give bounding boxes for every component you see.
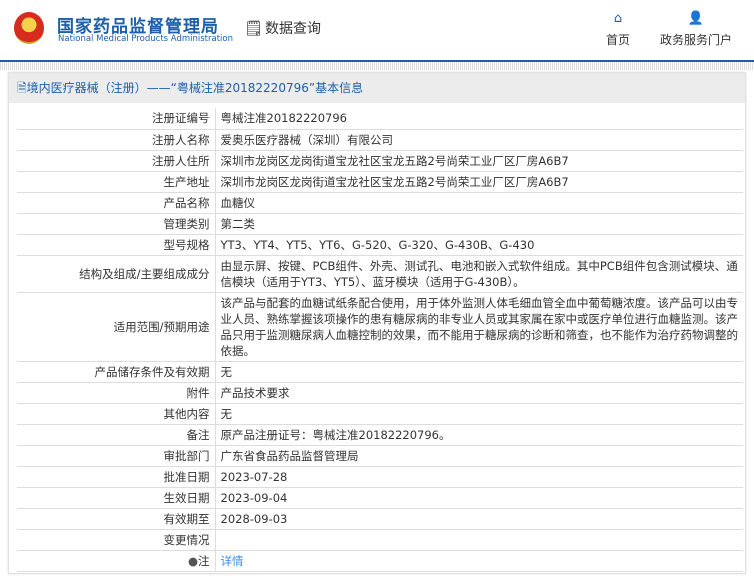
divider [0,62,754,70]
table-row: 审批部门 广东省食品药品监督管理局 [17,445,743,467]
table-row: 其他内容无 [17,403,743,425]
row-value: 2023-07-28 [215,466,743,488]
row-label: 附件 [17,382,216,404]
row-value: 爱奥乐医疗器械（深圳）有限公司 [215,129,743,151]
row-value: 无 [215,361,743,383]
row-value: 该产品与配套的血糖试纸条配合使用，用于体外监测人体毛细血管全血中葡萄糖浓度。该产… [215,292,743,362]
table-row: 有效期至 2028-09-03 [17,508,743,530]
info-panel: 🗎境内医疗器械（注册）——“粤械注准20182220796”基本信息 注册证编号… [8,72,746,574]
table-row: 注册人住所 深圳市龙岗区龙岗街道宝龙社区宝龙五路2号尚荣工业厂区厂房A6B7 [17,150,743,172]
pin-icon: ● [187,553,198,568]
row-value: 血糖仪 [215,192,743,214]
row-label: 注册证编号 [17,108,216,130]
details-link[interactable]: 详情 [221,554,244,568]
nav-home-label: 首页 [606,33,631,47]
table-row: 变更情况 [17,529,743,551]
table-row: 生产地址 深圳市龙岗区龙岗街道宝龙社区宝龙五路2号尚荣工业厂区厂房A6B7 [17,171,743,193]
row-label: 备注 [17,424,216,446]
row-label: ●注 [17,550,216,572]
panel-title: 境内医疗器械（注册）——“粤械注准20182220796”基本信息 [26,81,364,95]
table-row: 型号规格 YT3、YT4、YT5、YT6、G-520、G-320、G-430B、G… [17,234,743,256]
row-value: 无 [215,403,743,425]
row-value: 深圳市龙岗区龙岗街道宝龙社区宝龙五路2号尚荣工业厂区厂房A6B7 [215,171,743,193]
row-value: 2023-09-04 [215,487,743,509]
row-label: 其他内容 [17,403,216,425]
row-label: 适用范围/预期用途 [17,292,216,362]
row-label: 结构及组成/主要组成成分 [17,255,216,293]
document-icon: 🗎 [17,81,27,95]
row-label: 管理类别 [17,213,216,235]
nav-home[interactable]: ⌂ 首页 [606,12,630,48]
row-value [215,529,743,551]
user-icon: 👤 [687,11,705,26]
row-value: 详情 [215,550,743,572]
row-value: 粤械注准20182220796 [215,108,743,130]
home-icon: ⌂ [613,11,623,26]
table-row: 结构及组成/主要组成成分 由显示屏、按键、PCB组件、外壳、测试孔、电池和嵌入式软… [17,255,743,293]
table-row: 备注 原产品注册证号：粤械注准20182220796。 [17,424,743,446]
nav-gov-portal-label: 政务服务门户 [660,33,733,47]
row-label: 产品名称 [17,192,216,214]
row-label: 批准日期 [17,466,216,488]
note-label: 注 [198,553,210,568]
row-label: 有效期至 [17,508,216,530]
row-label: 变更情况 [17,529,216,551]
table-row: 生效日期 2023-09-04 [17,487,743,509]
table-row: 管理类别 第二类 [17,213,743,235]
row-label: 产品储存条件及有效期 [17,361,216,383]
row-value: 产品技术要求 [215,382,743,404]
panel-header: 🗎境内医疗器械（注册）——“粤械注准20182220796”基本信息 [9,73,745,103]
row-value: 由显示屏、按键、PCB组件、外壳、测试孔、电池和嵌入式软件组成。其中PCB组件包… [215,255,743,293]
table-row: 适用范围/预期用途 该产品与配套的血糖试纸条配合使用，用于体外监测人体毛细血管全血… [17,292,743,362]
table-row: 附件 产品技术要求 [17,382,743,404]
table-row: 批准日期 2023-07-28 [17,466,743,488]
row-value: 2028-09-03 [215,508,743,530]
table-row: 产品名称 血糖仪 [17,192,743,214]
row-value: 广东省食品药品监督管理局 [215,445,743,467]
site-header: 国家药品监督管理局 National Medical Products Admi… [0,0,754,62]
table-row: 注册人名称 爱奥乐医疗器械（深圳）有限公司 [17,129,743,151]
nav-gov-portal[interactable]: 👤 政务服务门户 [660,12,732,48]
table-row-note: ●注 详情 [17,550,743,572]
national-emblem-logo [14,12,44,44]
data-query-link[interactable]: 🗒 数据查询 [244,18,321,38]
row-value: 深圳市龙岗区龙岗街道宝龙社区宝龙五路2号尚荣工业厂区厂房A6B7 [215,150,743,172]
row-label: 注册人住所 [17,150,216,172]
table-row: 注册证编号 粤械注准20182220796 [17,108,743,130]
row-value: 第二类 [215,213,743,235]
row-label: 注册人名称 [17,129,216,151]
brand-name-en[interactable]: National Medical Products Administration [58,34,233,44]
row-label: 审批部门 [17,445,216,467]
row-label: 型号规格 [17,234,216,256]
info-table: 注册证编号 粤械注准20182220796 注册人名称 爱奥乐医疗器械（深圳）有限公司… [17,108,743,572]
row-label: 生效日期 [17,487,216,509]
data-query-label: 数据查询 [265,21,322,37]
document-search-icon: 🗒 [244,19,264,37]
row-value: YT3、YT4、YT5、YT6、G-520、G-320、G-430B、G-430 [215,234,743,256]
table-row: 产品储存条件及有效期无 [17,361,743,383]
row-value: 原产品注册证号：粤械注准20182220796。 [215,424,743,446]
row-label: 生产地址 [17,171,216,193]
